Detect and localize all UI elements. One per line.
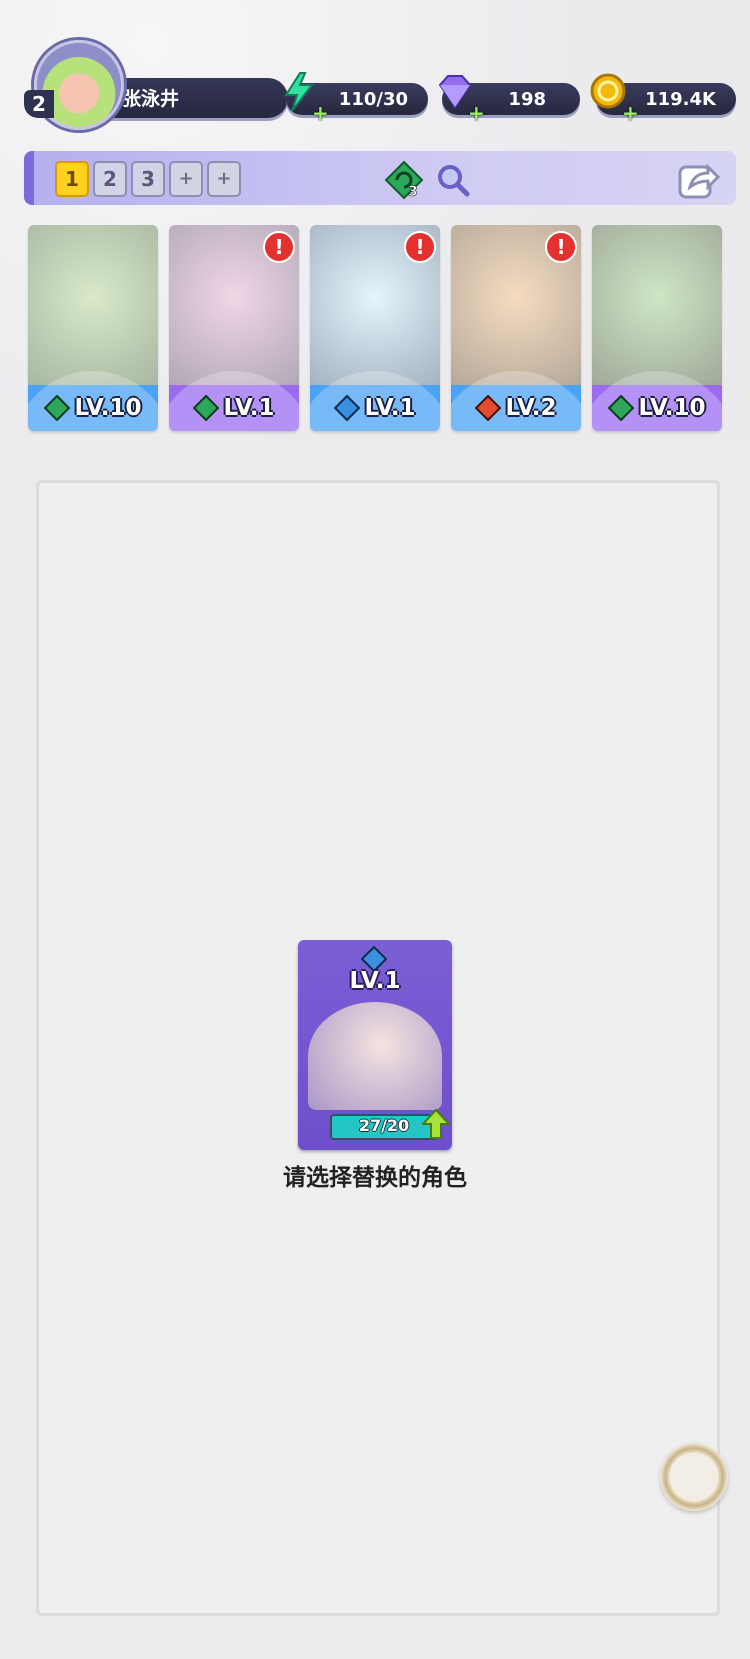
team-tab-1[interactable]: 1 [55, 161, 89, 197]
add-team-button[interactable]: + [169, 161, 203, 197]
team-tab-3[interactable]: 3 [131, 161, 165, 197]
hero-level: LV.2 [505, 394, 557, 421]
team-tab-2[interactable]: 2 [93, 161, 127, 197]
coin-counter[interactable]: + 119.4K [590, 73, 736, 125]
energy-value: 110/30 [338, 89, 408, 110]
wind-element-icon [44, 395, 71, 421]
wind-element-gem-icon[interactable]: 3 [384, 160, 424, 200]
alert-icon: ! [263, 231, 295, 263]
add-coin-icon[interactable]: + [622, 101, 639, 125]
add-energy-icon[interactable]: + [312, 101, 329, 125]
hero-portrait [592, 225, 722, 385]
coin-value: 119.4K [645, 89, 716, 110]
hero-card-4[interactable]: ! LV.2 [451, 225, 581, 431]
fire-element-icon [475, 395, 502, 421]
share-icon[interactable] [676, 157, 720, 201]
element-gem-count: 3 [408, 184, 418, 200]
player-level-badge: 2 [24, 90, 54, 118]
hero-level: LV.10 [638, 394, 706, 421]
hero-level: LV.1 [364, 394, 416, 421]
player-profile[interactable]: 张泳井 2 [24, 38, 288, 130]
floating-assistant-button[interactable] [660, 1443, 728, 1511]
hero-card-5[interactable]: LV.10 [592, 225, 722, 431]
hero-portrait [28, 225, 158, 385]
hero-level: LV.10 [74, 394, 142, 421]
alert-icon: ! [545, 231, 577, 263]
search-icon[interactable] [436, 163, 470, 197]
water-element-icon [334, 395, 361, 421]
gem-counter[interactable]: + 198 [438, 75, 580, 125]
selected-hero-portrait [308, 1002, 442, 1110]
shard-progress-text: 27/20 [358, 1116, 410, 1135]
upgrade-arrow-icon[interactable] [422, 1108, 450, 1140]
add-gem-icon[interactable]: + [468, 101, 485, 125]
player-name: 张泳井 [122, 88, 180, 110]
alert-icon: ! [404, 231, 436, 263]
hero-card-1[interactable]: LV.10 [28, 225, 158, 431]
select-replacement-prompt: 请选择替换的角色 [283, 1165, 467, 1191]
energy-counter[interactable]: + 110/30 [284, 72, 428, 125]
selected-hero-card[interactable]: LV.1 27/20 [298, 940, 452, 1150]
wind-element-icon [193, 395, 220, 421]
gem-value: 198 [508, 89, 546, 110]
add-team-button-2[interactable]: + [207, 161, 241, 197]
hero-card-2[interactable]: ! LV.1 [169, 225, 299, 431]
selected-hero-level: LV.1 [349, 968, 401, 994]
hero-card-3[interactable]: ! LV.1 [310, 225, 440, 431]
wind-element-icon [608, 395, 635, 421]
hero-level: LV.1 [223, 394, 275, 421]
